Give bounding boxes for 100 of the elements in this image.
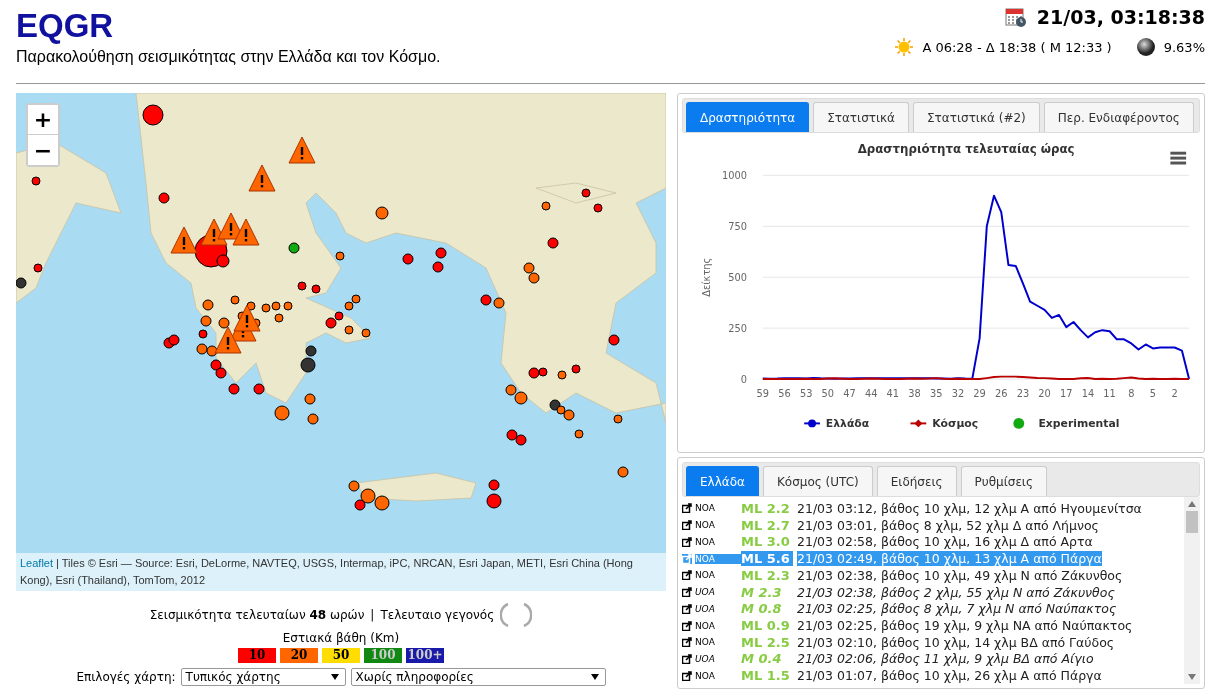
chart-menu-icon[interactable] — [1170, 151, 1187, 165]
event-magnitude: M 0.4 — [741, 651, 783, 667]
scrollbar[interactable] — [1184, 497, 1200, 684]
panel-tab[interactable]: Ελλάδα — [686, 466, 759, 496]
seismicity-period: Σεισμικότητα τελευταίων 48 ωρών — [149, 608, 365, 622]
event-description[interactable]: 21/03 02:06, βάθος 11 χλμ, 9 χλμ ΒΔ από Αίγιο — [797, 651, 1094, 667]
scroll-up-icon[interactable] — [1188, 501, 1196, 507]
x-tick-label: 44 — [864, 387, 878, 399]
event-description[interactable]: 21/03 02:25, βάθος 8 χλμ, 7 χλμ Ν από Ναύπακτος — [797, 601, 1117, 617]
event-description[interactable]: 21/03 02:38, βάθος 10 χλμ, 49 χλμ Ν από Ζάκυνθος — [797, 567, 1123, 583]
external-link-icon[interactable] — [682, 603, 692, 614]
caret-icon — [590, 674, 599, 680]
event-agency: NOA — [695, 520, 716, 531]
event-magnitude: M 0.8 — [741, 601, 783, 617]
y-axis-label: Δείκτης — [700, 257, 712, 297]
x-tick-label: 20 — [1038, 387, 1051, 399]
event-magnitude: ML 2.5 — [741, 634, 791, 650]
y-tick-label: 500 — [728, 272, 748, 284]
depth-legend-title: Εστιακά βάθη (Km) — [282, 631, 400, 645]
legend-label: Κόσμος — [932, 417, 979, 431]
event-magnitude: ML 2.3 — [741, 567, 791, 583]
map-attribution: Leaflet | Tiles © Esri — Source: Esri, DeLorme, NAVTEQ, USGS, Intermap, iPC, NRCAN, Esri Japan, METI, Esri China (Hong Kong), Esri (Thailand), TomTom, 2012 — [16, 553, 666, 591]
panel-tab[interactable]: Στατιστικά — [813, 102, 910, 132]
external-link-icon[interactable] — [682, 570, 692, 581]
x-tick-label: 53 — [799, 387, 813, 399]
x-tick-label: 26 — [995, 387, 1008, 399]
event-magnitude: ML 2.7 — [741, 517, 791, 533]
panel-tab[interactable]: Κόσμος (UTC) — [762, 466, 873, 496]
external-link-icon[interactable] — [682, 620, 692, 631]
event-agency: UOA — [695, 587, 716, 598]
event-magnitude: ML 3.0 — [741, 534, 791, 550]
legend-label: Ελλάδα — [825, 417, 870, 431]
event-agency: NOA — [695, 570, 716, 581]
sun-times: Α 06:28 - Δ 18:38 ( Μ 12:33 ) — [922, 39, 1112, 55]
event-agency: NOA — [695, 637, 716, 648]
x-tick-label: 29 — [973, 387, 986, 399]
chart-title: Δραστηριότητα τελευταίας ώρας — [857, 141, 1075, 156]
x-tick-label: 8 — [1128, 387, 1135, 399]
moon-icon — [1135, 37, 1156, 57]
event-description[interactable]: 21/03 02:58, βάθος 10 χλμ, 16 χλμ Δ από Αρτα — [797, 534, 1093, 550]
map-options-label: Επιλογές χάρτη: — [76, 670, 176, 684]
x-tick-label: 41 — [886, 387, 900, 399]
panel-tab[interactable]: Στατιστικά (#2) — [913, 102, 1040, 132]
external-link-icon[interactable] — [682, 670, 692, 681]
zoom-in-button[interactable]: + — [28, 105, 58, 135]
sun-icon — [894, 37, 915, 57]
current-datetime: 21/03, 03:18:38 — [1036, 6, 1205, 28]
scrollbar-thumb[interactable] — [1186, 511, 1198, 533]
external-link-icon[interactable] — [682, 637, 692, 648]
event-magnitude: ML 5.6 — [741, 551, 793, 567]
event-magnitude: ML 0.9 — [741, 618, 791, 633]
x-tick-label: 17 — [1060, 387, 1073, 399]
depth-legend-item: 100+ — [406, 648, 444, 663]
external-link-icon[interactable] — [682, 653, 692, 664]
panel-tab[interactable]: Περ. Ενδιαφέροντος — [1043, 102, 1194, 132]
last-event-label: Τελευταιο γεγονός — [380, 608, 495, 622]
x-tick-label: 35 — [929, 387, 943, 399]
event-agency: NOA — [695, 670, 716, 681]
site-title: EQGR — [16, 6, 115, 46]
external-link-icon[interactable] — [682, 587, 692, 598]
map-select[interactable]: Τυπικός χάρτης — [180, 668, 346, 686]
depth-legend-item: 20 — [280, 648, 318, 663]
calendar-icon — [1004, 6, 1027, 28]
panel-tab[interactable]: Δραστηριότητα — [686, 102, 810, 132]
depth-legend-item: 10 — [238, 648, 276, 663]
panel-tab[interactable]: Ειδήσεις — [876, 466, 957, 496]
legend-item[interactable]: Experimental — [1013, 417, 1120, 431]
event-description[interactable]: 21/03 01:07, βάθος 10 χλμ, 26 χλμ Α από Πάργα — [797, 668, 1102, 684]
scroll-down-icon[interactable] — [1188, 674, 1196, 680]
event-agency: NOA — [695, 536, 716, 547]
event-description[interactable]: 21/03 02:10, βάθος 10 χλμ, 14 χλμ ΒΔ από Γαύδος — [797, 634, 1115, 650]
loading-spinner-icon — [500, 602, 533, 628]
event-agency: UOA — [695, 653, 716, 664]
event-description[interactable]: 21/03 02:25, βάθος 19 χλμ, 9 χλμ ΝΑ από Ναύπακτος — [797, 618, 1133, 633]
event-description[interactable]: 21/03 03:01, βάθος 8 χλμ, 52 χλμ Δ από Λήμνος — [797, 517, 1099, 533]
site-subtitle: Παρακολούθηση σεισμικότητας στην Ελλάδα και τον Κόσμο. — [16, 48, 441, 66]
y-tick-label: 0 — [740, 374, 748, 386]
event-description[interactable]: 21/03 02:38, βάθος 2 χλμ, 55 χλμ Ν από Ζάκυνθος — [797, 584, 1115, 600]
external-link-icon[interactable] — [682, 520, 692, 531]
caret-icon — [330, 674, 339, 680]
x-tick-label: 50 — [821, 387, 835, 399]
y-tick-label: 750 — [728, 221, 748, 233]
event-description[interactable]: 21/03 03:12, βάθος 10 χλμ, 12 χλμ Α από Ηγουμενίτσα — [797, 500, 1142, 516]
x-tick-label: 38 — [908, 387, 921, 399]
external-link-icon[interactable] — [682, 536, 692, 547]
x-tick-label: 14 — [1081, 387, 1095, 399]
x-tick-label: 23 — [1016, 387, 1030, 399]
y-tick-label: 1000 — [722, 170, 748, 182]
panel-tab[interactable]: Ρυθμίσεις — [960, 466, 1047, 496]
event-magnitude: ML 1.5 — [741, 668, 791, 684]
event-agency: NOA — [695, 553, 741, 564]
legend-item[interactable]: Κόσμος — [909, 417, 979, 431]
event-magnitude: M 2.3 — [741, 584, 783, 600]
depth-legend-item: 50 — [322, 648, 360, 663]
external-link-icon[interactable] — [682, 503, 692, 514]
x-tick-label: 32 — [951, 387, 965, 399]
map-select[interactable]: Χωρίς πληροφορίες — [350, 668, 606, 686]
leaflet-link[interactable]: Leaflet — [20, 557, 54, 569]
depth-legend-item: 100 — [364, 648, 402, 663]
legend-item[interactable]: Ελλάδα — [803, 417, 870, 431]
